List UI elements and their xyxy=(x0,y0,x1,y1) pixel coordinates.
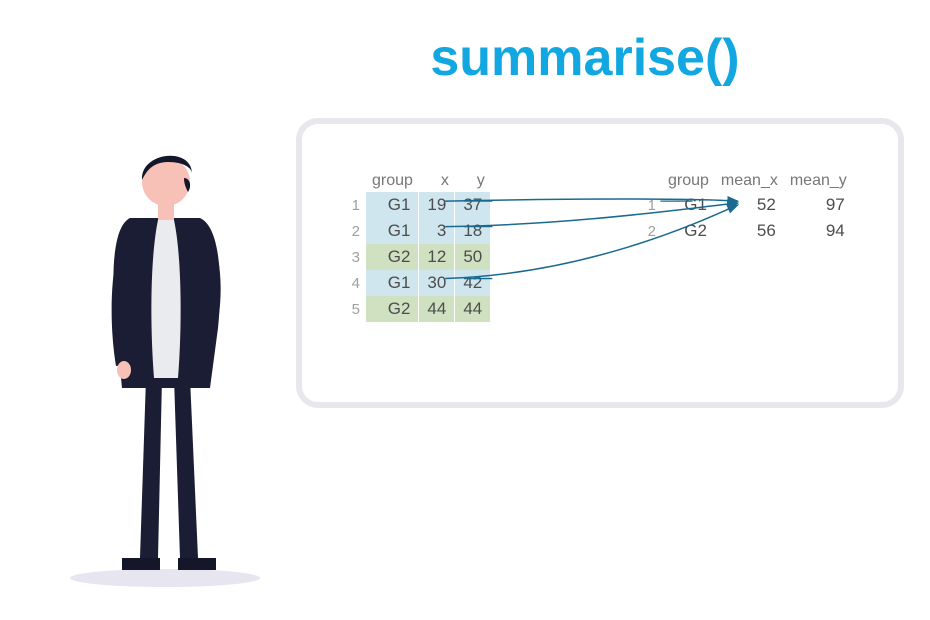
col-header: group xyxy=(662,170,715,192)
col-header: mean_x xyxy=(715,170,784,192)
col-header: group xyxy=(366,170,419,192)
col-header: y xyxy=(455,170,491,192)
table-row: 2 G2 56 94 xyxy=(632,218,853,244)
table-row: 1 G1 52 97 xyxy=(632,192,853,218)
col-header: x xyxy=(419,170,455,192)
table-row: 5 G2 44 44 xyxy=(336,296,491,322)
col-header: mean_y xyxy=(784,170,853,192)
table-row: 3 G2 12 50 xyxy=(336,244,491,270)
person-illustration xyxy=(50,128,280,588)
table-row: 4 G1 30 42 xyxy=(336,270,491,296)
input-table: group x y 1 G1 19 37 2 G1 3 18 3 G2 12 5… xyxy=(336,170,491,322)
diagram-panel: group x y 1 G1 19 37 2 G1 3 18 3 G2 12 5… xyxy=(296,118,904,408)
table-row: 1 G1 19 37 xyxy=(336,192,491,218)
table-row: 2 G1 3 18 xyxy=(336,218,491,244)
page-title: summarise() xyxy=(280,28,890,88)
output-table: group mean_x mean_y 1 G1 52 97 2 G2 56 9… xyxy=(632,170,853,244)
